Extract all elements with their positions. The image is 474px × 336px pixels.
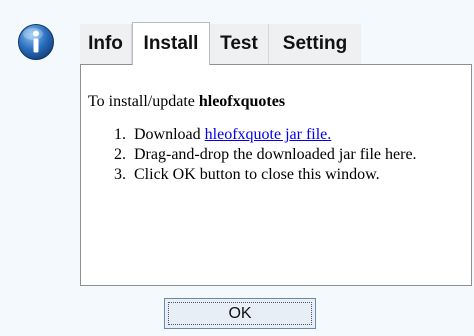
tab-test-label: Test <box>220 33 258 54</box>
tab-setting-label: Setting <box>282 33 348 54</box>
install-intro: To install/update hleofxquotes <box>88 93 285 111</box>
step-number: 2. <box>114 146 126 163</box>
tab-info-label: Info <box>88 33 123 54</box>
focus-ring <box>168 302 312 325</box>
tab-test[interactable]: Test <box>210 24 269 64</box>
ok-button[interactable]: OK <box>164 298 316 329</box>
step-number: 1. <box>114 126 126 143</box>
tab-setting[interactable]: Setting <box>269 24 361 64</box>
step-1-prefix: Download <box>134 126 205 143</box>
tab-install-label: Install <box>143 33 199 54</box>
tab-info[interactable]: Info <box>80 24 132 64</box>
step-number: 3. <box>114 166 126 183</box>
info-icon <box>18 24 54 60</box>
step-text: Drag-and-drop the downloaded jar file he… <box>134 146 417 163</box>
install-intro-prefix: To install/update <box>88 93 199 110</box>
install-steps: 1. Download hleofxquote jar file. 2. Dra… <box>114 125 454 185</box>
install-step-1: 1. Download hleofxquote jar file. <box>114 125 454 145</box>
install-step-3: 3. Click OK button to close this window. <box>114 165 454 185</box>
tab-install[interactable]: Install <box>132 22 210 65</box>
step-text: Download hleofxquote jar file. <box>134 125 454 145</box>
product-name: hleofxquotes <box>198 93 286 110</box>
tab-bar: Info Install Test Setting <box>80 22 361 65</box>
install-panel: To install/update hleofxquotes 1. Downlo… <box>80 64 472 286</box>
step-text: Click OK button to close this window. <box>134 166 380 183</box>
install-step-2: 2. Drag-and-drop the downloaded jar file… <box>114 145 454 165</box>
download-jar-link[interactable]: hleofxquote jar file. <box>205 126 332 143</box>
